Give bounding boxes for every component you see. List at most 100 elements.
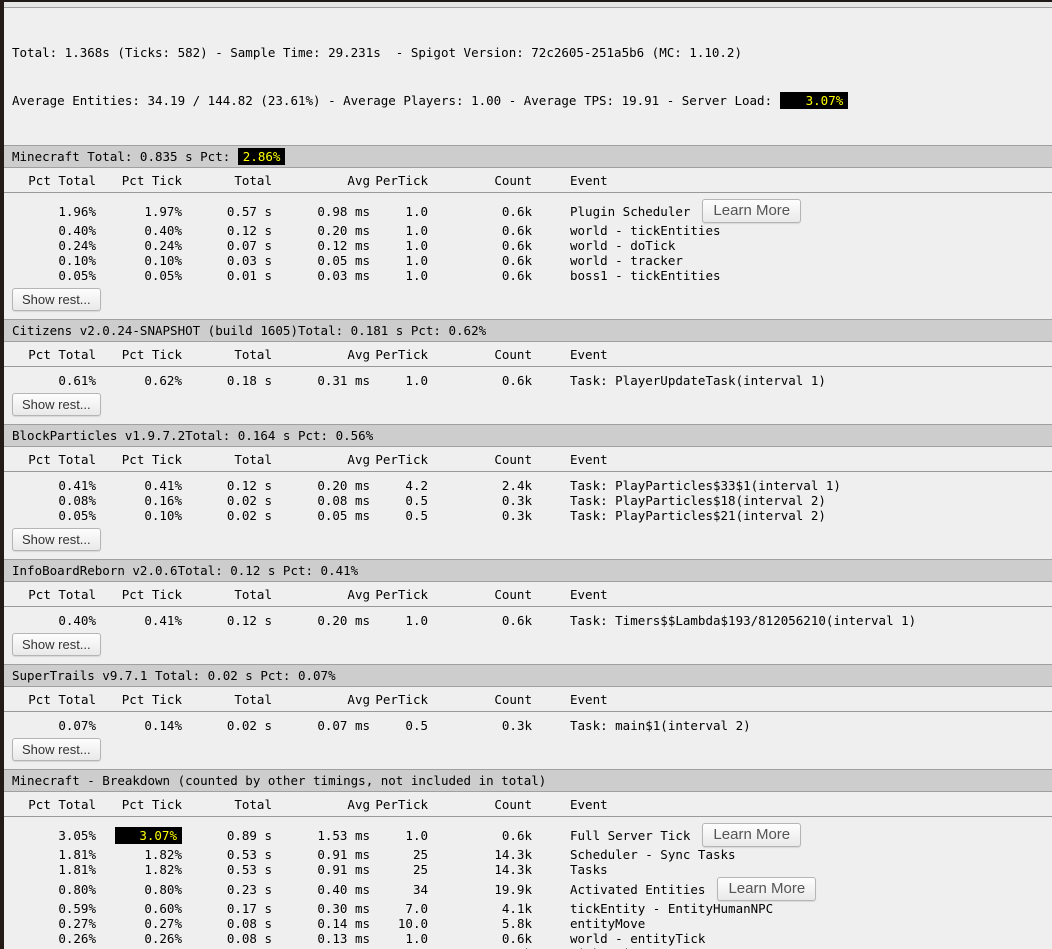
event-label: Task: PlayParticles$21(interval 2) xyxy=(570,508,826,523)
pct-total-cell: 0.80% xyxy=(4,882,96,897)
pertick-cell: 1.0 xyxy=(370,931,428,946)
total-cell: 0.57 s xyxy=(182,204,272,219)
avg-cell: 0.07 ms xyxy=(272,718,370,733)
avg-cell: 0.03 ms xyxy=(272,268,370,283)
event-cell: Plugin SchedulerLearn More xyxy=(532,199,1052,223)
pct-tick-cell: 0.60% xyxy=(96,901,182,916)
pct-total-cell: 1.81% xyxy=(4,862,96,877)
pertick-cell: 1.0 xyxy=(370,204,428,219)
learn-more-button[interactable]: Learn More xyxy=(702,823,801,847)
timing-row: 0.40% 0.40% 0.12 s 0.20 ms 1.0 0.6k worl… xyxy=(4,223,1052,238)
learn-more-button[interactable]: Learn More xyxy=(717,877,816,901)
section-pct-badge: 2.86% xyxy=(238,148,286,165)
column-header-pertick: PerTick xyxy=(370,347,428,363)
pct-tick-cell: 0.80% xyxy=(96,882,182,897)
pct-tick-cell: 3.07% xyxy=(96,828,182,843)
section-header-bar: InfoBoardReborn v2.0.6Total: 0.12 s Pct:… xyxy=(4,559,1052,582)
pct-tick-cell: 0.24% xyxy=(96,238,182,253)
avg-cell: 0.08 ms xyxy=(272,493,370,508)
learn-more-button[interactable]: Learn More xyxy=(702,199,801,223)
top-window-edge xyxy=(0,0,1052,8)
total-cell: 0.02 s xyxy=(182,508,272,523)
section-header-bar: Minecraft - Breakdown (counted by other … xyxy=(4,769,1052,792)
pct-tick-value: 0.14% xyxy=(144,718,182,733)
pct-tick-value: 0.60% xyxy=(144,901,182,916)
summary-line-2: Average Entities: 34.19 / 144.82 (23.61%… xyxy=(12,93,1044,109)
avg-cell: 0.20 ms xyxy=(272,223,370,238)
pct-tick-cell: 1.82% xyxy=(96,847,182,862)
pct-tick-cell: 0.41% xyxy=(96,613,182,628)
pct-tick-cell: 0.41% xyxy=(96,478,182,493)
server-load-badge: 3.07% xyxy=(780,92,849,109)
pertick-cell: 25 xyxy=(370,847,428,862)
pct-total-cell: 0.61% xyxy=(4,373,96,388)
total-cell: 0.07 s xyxy=(182,238,272,253)
summary-line-2-text: Average Entities: 34.19 / 144.82 (23.61%… xyxy=(12,93,780,108)
count-cell: 4.1k xyxy=(428,901,532,916)
section-title: Citizens v2.0.24-SNAPSHOT (build 1605)To… xyxy=(12,323,486,338)
timings-table-body: 0.41% 0.41% 0.12 s 0.20 ms 4.2 2.4k Task… xyxy=(4,478,1052,523)
event-cell: world - doTick xyxy=(532,238,1052,253)
show-rest-button[interactable]: Show rest... xyxy=(12,633,101,656)
event-label: Task: main$1(interval 2) xyxy=(570,718,751,733)
pct-total-cell: 0.10% xyxy=(4,253,96,268)
column-header-pertick: PerTick xyxy=(370,173,428,189)
show-rest-button[interactable]: Show rest... xyxy=(12,528,101,551)
event-cell: Scheduler - Sync Tasks xyxy=(532,847,1052,862)
timings-section: Minecraft - Breakdown (counted by other … xyxy=(4,769,1052,949)
pct-total-cell: 0.27% xyxy=(4,916,96,931)
column-header-count: Count xyxy=(428,452,532,468)
column-header-count: Count xyxy=(428,347,532,363)
report-summary-header: Total: 1.368s (Ticks: 582) - Sample Time… xyxy=(4,8,1052,145)
section-header-bar: Minecraft Total: 0.835 s Pct: 2.86% xyxy=(4,145,1052,168)
event-cell: entityMove xyxy=(532,916,1052,931)
timing-row: 0.26% 0.26% 0.08 s 0.13 ms 1.0 0.6k worl… xyxy=(4,931,1052,946)
avg-cell: 0.31 ms xyxy=(272,373,370,388)
section-title: InfoBoardReborn v2.0.6Total: 0.12 s Pct:… xyxy=(12,563,358,578)
pct-total-cell: 1.96% xyxy=(4,204,96,219)
show-rest-button[interactable]: Show rest... xyxy=(12,738,101,761)
pct-tick-value: 0.41% xyxy=(144,613,182,628)
summary-line-1: Total: 1.368s (Ticks: 582) - Sample Time… xyxy=(12,45,1044,61)
avg-cell: 0.40 ms xyxy=(272,882,370,897)
pct-total-cell: 0.05% xyxy=(4,508,96,523)
column-header-pct-total: Pct Total xyxy=(4,797,96,813)
left-window-edge xyxy=(0,0,4,949)
pct-tick-value: 0.27% xyxy=(144,916,182,931)
pertick-cell: 0.5 xyxy=(370,508,428,523)
timing-row: 1.81% 1.82% 0.53 s 0.91 ms 25 14.3k Sche… xyxy=(4,847,1052,862)
avg-cell: 0.30 ms xyxy=(272,901,370,916)
event-cell: tickEntity - EntityHumanNPC xyxy=(532,901,1052,916)
timing-row: 0.80% 0.80% 0.23 s 0.40 ms 34 19.9k Acti… xyxy=(4,877,1052,901)
column-header-pertick: PerTick xyxy=(370,452,428,468)
pertick-cell: 25 xyxy=(370,862,428,877)
pertick-cell: 1.0 xyxy=(370,238,428,253)
column-header-avg: Avg xyxy=(272,173,370,189)
column-header-event: Event xyxy=(532,452,1052,468)
event-cell: Task: Timers$$Lambda$193/812056210(inter… xyxy=(532,613,1052,628)
count-cell: 19.9k xyxy=(428,882,532,897)
timing-row: 1.96% 1.97% 0.57 s 0.98 ms 1.0 0.6k Plug… xyxy=(4,199,1052,223)
event-label: tickEntity - EntityHumanNPC xyxy=(570,901,773,916)
show-rest-button[interactable]: Show rest... xyxy=(12,288,101,311)
pct-tick-cell: 0.40% xyxy=(96,223,182,238)
column-header-event: Event xyxy=(532,347,1052,363)
count-cell: 0.6k xyxy=(428,613,532,628)
column-header-row: Pct Total Pct Tick Total Avg PerTick Cou… xyxy=(4,342,1052,367)
column-header-total: Total xyxy=(182,587,272,603)
pct-tick-cell: 0.10% xyxy=(96,508,182,523)
timing-row: 0.41% 0.41% 0.12 s 0.20 ms 4.2 2.4k Task… xyxy=(4,478,1052,493)
total-cell: 0.08 s xyxy=(182,931,272,946)
event-cell: Tasks xyxy=(532,862,1052,877)
avg-cell: 0.12 ms xyxy=(272,238,370,253)
timings-table-body: 1.96% 1.97% 0.57 s 0.98 ms 1.0 0.6k Plug… xyxy=(4,199,1052,283)
section-header-bar: Citizens v2.0.24-SNAPSHOT (build 1605)To… xyxy=(4,319,1052,342)
count-cell: 0.6k xyxy=(428,931,532,946)
event-cell: world - tickEntities xyxy=(532,223,1052,238)
event-label: Task: PlayerUpdateTask(interval 1) xyxy=(570,373,826,388)
show-rest-button[interactable]: Show rest... xyxy=(12,393,101,416)
pct-tick-value: 0.41% xyxy=(144,478,182,493)
pct-tick-value: 0.10% xyxy=(144,508,182,523)
pct-tick-value: 1.97% xyxy=(144,204,182,219)
pct-total-cell: 0.24% xyxy=(4,238,96,253)
